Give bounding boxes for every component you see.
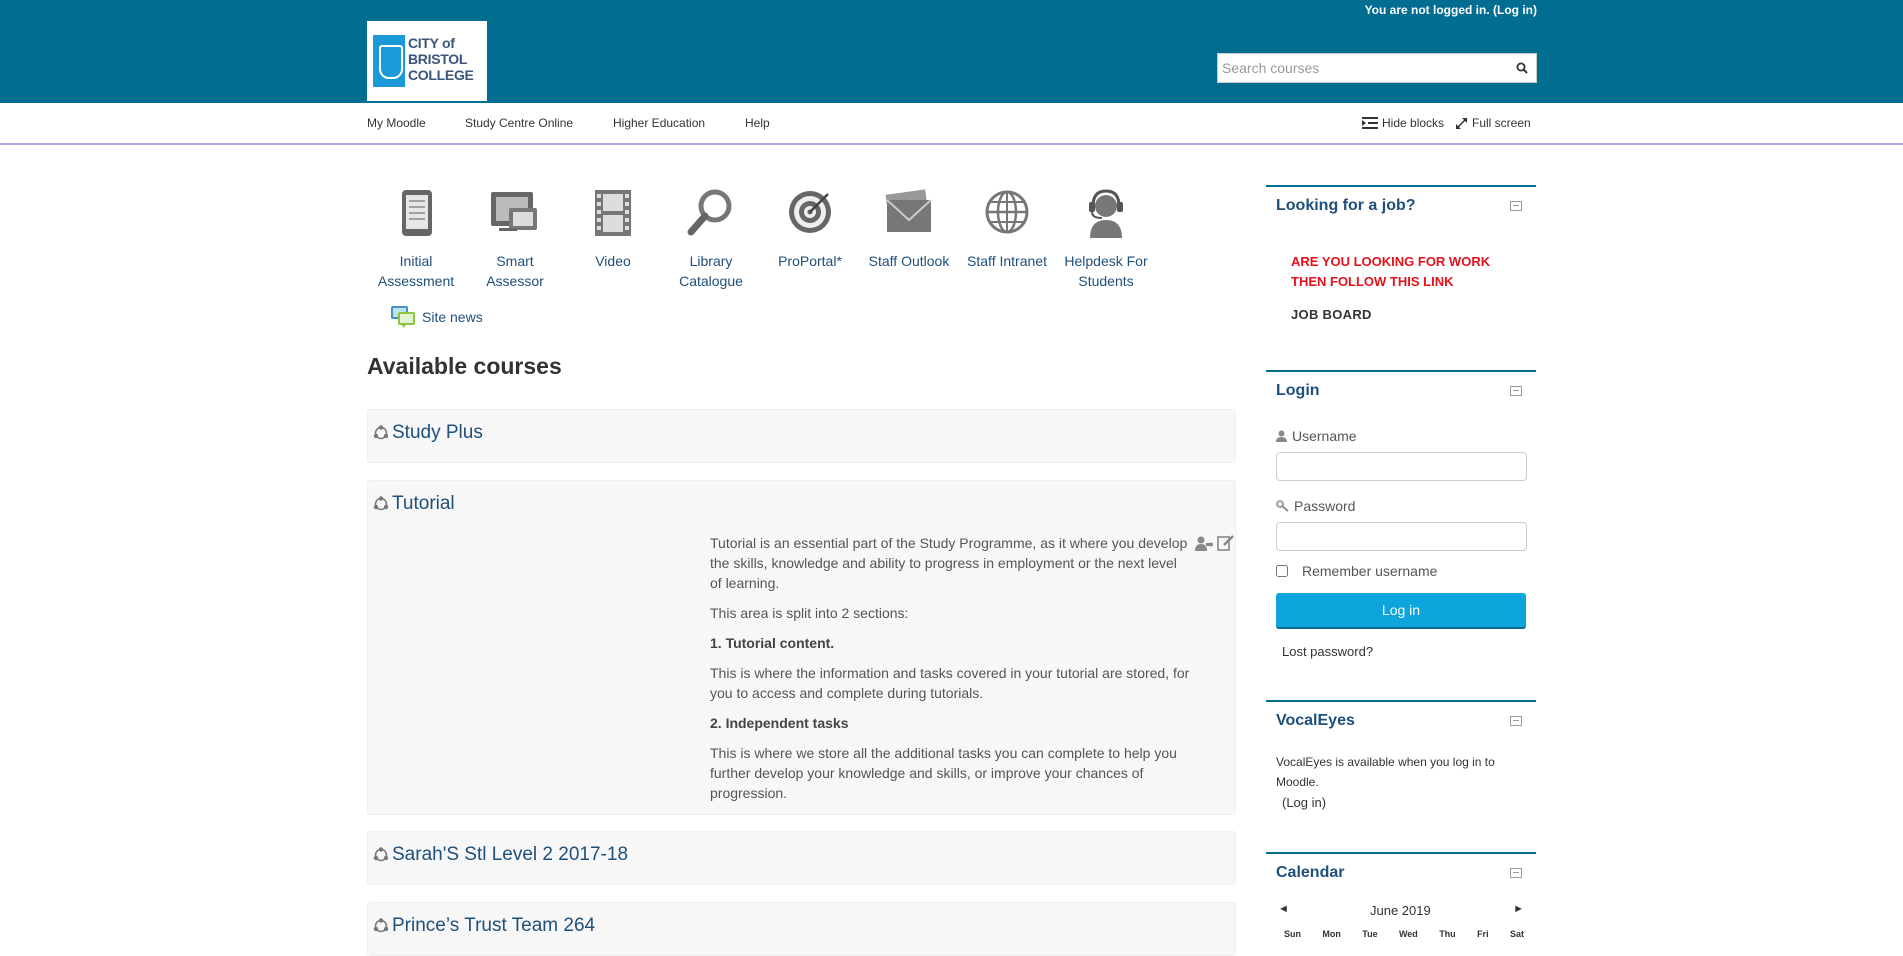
course-box: Sarah'S Stl Level 2 2017-18	[367, 831, 1236, 885]
quick-link-label: Library Catalogue	[679, 253, 743, 289]
login-button[interactable]: Log in	[1276, 593, 1526, 629]
hide-blocks-icon	[1362, 117, 1378, 129]
nav-my-moodle[interactable]: My Moodle	[367, 116, 426, 130]
weekday-label: Mon	[1322, 929, 1341, 939]
quick-link-label: Smart Assessor	[486, 253, 544, 289]
course-box: Prince’s Trust Team 264	[367, 902, 1236, 956]
speech-bubbles-icon	[391, 306, 415, 328]
calendar-weekdays: Sun Mon Tue Wed Thu Fri Sat	[1284, 929, 1524, 939]
document-icon	[402, 190, 432, 236]
calendar-month[interactable]: June 2019	[1370, 903, 1431, 918]
film-icon	[595, 190, 631, 236]
main-nav: My Moodle Study Centre Online Higher Edu…	[0, 103, 1903, 145]
hide-blocks-button[interactable]: Hide blocks	[1362, 116, 1444, 130]
search-input[interactable]	[1218, 54, 1508, 82]
logo-text: CITY of BRISTOL COLLEGE	[408, 35, 474, 83]
lost-password-link[interactable]: Lost password?	[1282, 644, 1373, 659]
quick-link-label: Video	[595, 253, 631, 269]
quick-link-video[interactable]: Video	[564, 186, 662, 271]
password-label: Password	[1276, 498, 1355, 514]
weekday-label: Sun	[1284, 929, 1301, 939]
user-icon	[1276, 430, 1287, 442]
weekday-label: Tue	[1362, 929, 1378, 939]
username-field[interactable]	[1276, 452, 1527, 481]
quick-link-helpdesk[interactable]: Helpdesk For Students	[1057, 186, 1155, 291]
course-icon	[373, 847, 389, 862]
course-link-sarahs-stl[interactable]: Sarah'S Stl Level 2 2017-18	[392, 844, 628, 866]
self-enrol-icon[interactable]	[1217, 535, 1235, 551]
course-icon	[373, 496, 389, 511]
available-courses-heading: Available courses	[367, 353, 562, 379]
job-board-link[interactable]: JOB BOARD	[1291, 307, 1372, 322]
password-field[interactable]	[1276, 522, 1527, 551]
college-crest-icon	[373, 35, 405, 87]
course-box: Tutorial Tutorial is an essential part o…	[367, 480, 1236, 815]
course-link-study-plus[interactable]: Study Plus	[392, 422, 483, 444]
weekday-label: Wed	[1398, 929, 1418, 939]
weekday-label: Thu	[1439, 929, 1456, 939]
job-link[interactable]: ARE YOU LOOKING FOR WORK THEN FOLLOW THI…	[1291, 252, 1521, 292]
calendar-block: Calendar	[1266, 852, 1536, 937]
block-title: Looking for a job?	[1276, 197, 1416, 214]
block-title: Login	[1276, 382, 1320, 399]
block-title: Calendar	[1276, 864, 1345, 881]
full-screen-button[interactable]: Full screen	[1455, 116, 1531, 130]
nav-study-centre-online[interactable]: Study Centre Online	[465, 116, 573, 130]
vocaleyes-login-link[interactable]: (Log in)	[1282, 795, 1326, 810]
course-link-tutorial[interactable]: Tutorial	[392, 493, 455, 515]
quick-link-label: Staff Intranet	[967, 253, 1047, 269]
search-icon[interactable]	[1516, 62, 1528, 74]
collapse-icon[interactable]	[1510, 201, 1522, 211]
quick-link-label: Staff Outlook	[868, 253, 950, 269]
course-enrolment-icons	[1195, 535, 1235, 551]
course-link-princes-trust[interactable]: Prince’s Trust Team 264	[392, 915, 595, 937]
previous-month-icon[interactable]: ◄	[1278, 903, 1289, 915]
course-icon	[373, 918, 389, 933]
login-status[interactable]: You are not logged in. (Log in)	[1365, 3, 1537, 17]
quick-link-label: Initial Assessment	[377, 253, 455, 289]
site-header: You are not logged in. (Log in) CITY of …	[0, 0, 1903, 103]
course-box: Study Plus	[367, 409, 1236, 463]
weekday-label: Sat	[1509, 929, 1524, 939]
key-icon	[1276, 500, 1289, 512]
globe-icon	[985, 190, 1029, 234]
collapse-icon[interactable]	[1510, 868, 1522, 878]
remember-username-checkbox[interactable]	[1276, 565, 1288, 577]
course-summary: Tutorial is an essential part of the Stu…	[710, 535, 1190, 801]
nav-help[interactable]: Help	[745, 116, 770, 130]
search-box	[1217, 53, 1537, 83]
quick-link-staff-intranet[interactable]: Staff Intranet	[958, 186, 1056, 271]
quick-link-library-catalogue[interactable]: Library Catalogue	[662, 186, 760, 291]
quick-link-proportal[interactable]: ProPortal*	[761, 186, 859, 271]
site-news-link[interactable]: Site news	[391, 306, 483, 328]
course-icon	[373, 425, 389, 440]
quick-link-smart-assessor[interactable]: Smart Assessor	[466, 186, 564, 291]
collapse-icon[interactable]	[1510, 716, 1522, 726]
block-title: VocalEyes	[1276, 712, 1355, 729]
monitor-icon	[491, 192, 537, 231]
guest-access-icon[interactable]	[1195, 535, 1213, 551]
collapse-icon[interactable]	[1510, 386, 1522, 396]
quick-link-label: ProPortal*	[778, 253, 842, 269]
college-logo[interactable]: CITY of BRISTOL COLLEGE	[367, 21, 487, 101]
vocaleyes-text: VocalEyes is available when you log in t…	[1276, 755, 1495, 789]
quick-link-label: Helpdesk For Students	[1064, 253, 1148, 289]
target-icon	[789, 191, 831, 233]
next-month-icon[interactable]: ►	[1513, 903, 1524, 915]
headset-icon	[1089, 189, 1123, 238]
quick-link-initial-assessment[interactable]: Initial Assessment	[367, 186, 465, 291]
quick-link-staff-outlook[interactable]: Staff Outlook	[860, 186, 958, 271]
nav-higher-education[interactable]: Higher Education	[613, 116, 705, 130]
username-label: Username	[1276, 428, 1357, 444]
magnifier-icon	[687, 189, 732, 236]
remember-username[interactable]: Remember username	[1276, 563, 1437, 579]
weekday-label: Fri	[1477, 929, 1489, 939]
expand-icon	[1456, 117, 1467, 129]
envelope-icon	[885, 189, 932, 232]
